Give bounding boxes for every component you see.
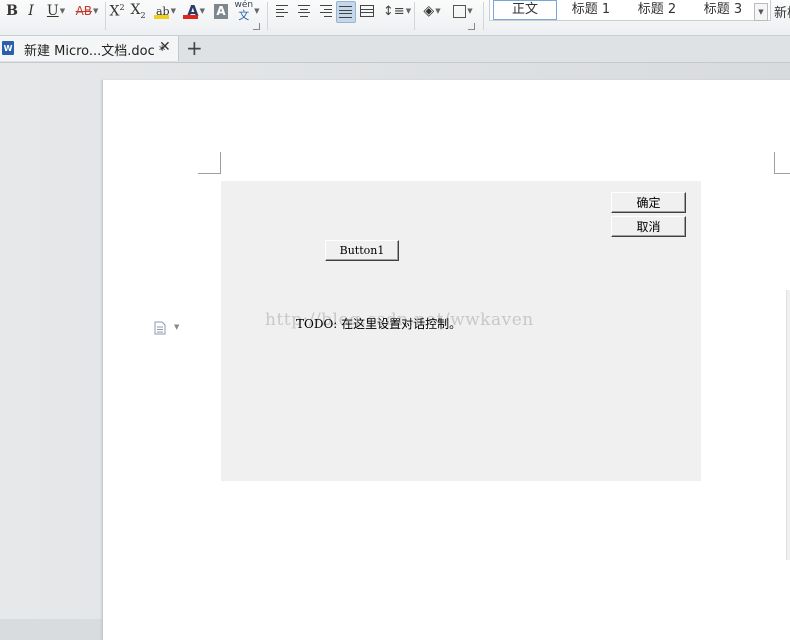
word-document-icon: W <box>2 41 14 55</box>
font-dialog-launcher-icon[interactable] <box>253 23 260 30</box>
chevron-down-icon[interactable]: ▼ <box>93 7 98 15</box>
chevron-down-icon[interactable]: ▼ <box>467 7 472 15</box>
divider <box>483 2 484 30</box>
justify-icon <box>339 6 353 18</box>
style-gallery: 正文 标题 1 标题 2 标题 3 <box>489 0 771 21</box>
align-right-button[interactable] <box>316 1 334 21</box>
close-icon[interactable]: ✕ <box>159 39 171 55</box>
borders-button[interactable]: ▼ <box>449 1 477 21</box>
highlight-color-swatch <box>154 15 169 19</box>
style-heading-3[interactable]: 标题 3 <box>692 0 754 20</box>
style-normal[interactable]: 正文 <box>493 0 557 20</box>
shading-fill-button[interactable]: ◈ ▼ <box>418 1 446 21</box>
phonetic-guide-button[interactable]: wén 文 ▼ <box>233 0 261 22</box>
divider <box>267 2 268 30</box>
superscript-button[interactable]: X2 <box>108 1 126 21</box>
style-heading-1[interactable]: 标题 1 <box>560 0 622 20</box>
margin-corner-mark <box>775 173 790 174</box>
strikethrough-label: AB <box>75 4 93 18</box>
font-color-swatch <box>183 15 198 19</box>
chevron-down-icon[interactable]: ▼ <box>200 7 205 15</box>
distributed-align-button[interactable] <box>358 1 376 21</box>
chevron-down-icon[interactable]: ▼ <box>60 7 65 15</box>
borders-icon <box>453 4 467 18</box>
chevron-down-icon[interactable]: ▼ <box>171 7 176 15</box>
bold-button[interactable]: B <box>4 1 20 21</box>
chevron-down-icon[interactable]: ▼ <box>435 7 440 15</box>
margin-corner-mark <box>220 152 221 174</box>
todo-label: TODO: 在这里设置对话控制。 <box>296 317 462 331</box>
italic-button[interactable]: I <box>23 1 39 21</box>
line-spacing-button[interactable]: ↕≡ ▼ <box>383 1 411 21</box>
chevron-down-icon[interactable]: ▼ <box>406 7 411 15</box>
align-right-icon <box>318 5 332 17</box>
superscript-label: X2 <box>109 2 125 20</box>
new-tab-button[interactable]: + <box>186 36 203 60</box>
phonetic-guide-icon: wén 文 <box>234 0 254 22</box>
chevron-down-icon[interactable]: ▼ <box>174 323 179 331</box>
divider <box>105 2 106 30</box>
strikethrough-button[interactable]: AB ▼ <box>72 1 102 21</box>
paint-bucket-icon: ◈ <box>423 3 435 19</box>
formatting-ribbon: B I U ▼ AB ▼ X2 X2 ab ▼ A ▼ A wén 文 ▼ ↕≡… <box>0 0 790 36</box>
style-heading-2[interactable]: 标题 2 <box>626 0 688 20</box>
paragraph-dialog-launcher-icon[interactable] <box>468 23 475 30</box>
line-spacing-icon: ↕≡ <box>382 3 405 19</box>
document-tab-title: 新建 Micro...文档.doc * <box>24 44 166 59</box>
style-gallery-more-icon[interactable]: ▼ <box>754 3 768 21</box>
paragraph-layout-icon[interactable] <box>154 321 166 335</box>
ok-button: 确定 <box>611 192 686 213</box>
button1: Button1 <box>325 240 399 261</box>
character-shading-button[interactable]: A <box>213 1 229 21</box>
subscript-button[interactable]: X2 <box>129 1 147 21</box>
cancel-button: 取消 <box>611 216 686 237</box>
page-edge <box>786 290 790 560</box>
align-center-button[interactable] <box>295 1 313 21</box>
distributed-align-icon <box>360 5 374 17</box>
align-left-icon <box>276 5 290 17</box>
margin-corner-mark <box>198 173 220 174</box>
new-style-button[interactable]: 新样 <box>774 2 790 21</box>
divider <box>414 2 415 30</box>
justify-button[interactable] <box>336 1 356 23</box>
document-tab-bar: W 新建 Micro...文档.doc * ✕ + <box>0 36 790 63</box>
subscript-label: X2 <box>130 2 146 20</box>
dialog-screenshot-image[interactable]: http://blog.csdn.net/wwkaven 确定 取消 Butto… <box>221 181 701 481</box>
character-shading-icon: A <box>214 3 228 19</box>
align-center-icon <box>297 5 311 17</box>
document-tab[interactable]: W 新建 Micro...文档.doc * ✕ <box>0 36 179 61</box>
chevron-down-icon[interactable]: ▼ <box>254 7 259 15</box>
underline-button[interactable]: U ▼ <box>43 1 69 21</box>
underline-label: U <box>46 3 59 19</box>
align-left-button[interactable] <box>274 1 292 21</box>
margin-corner-mark <box>774 152 775 174</box>
